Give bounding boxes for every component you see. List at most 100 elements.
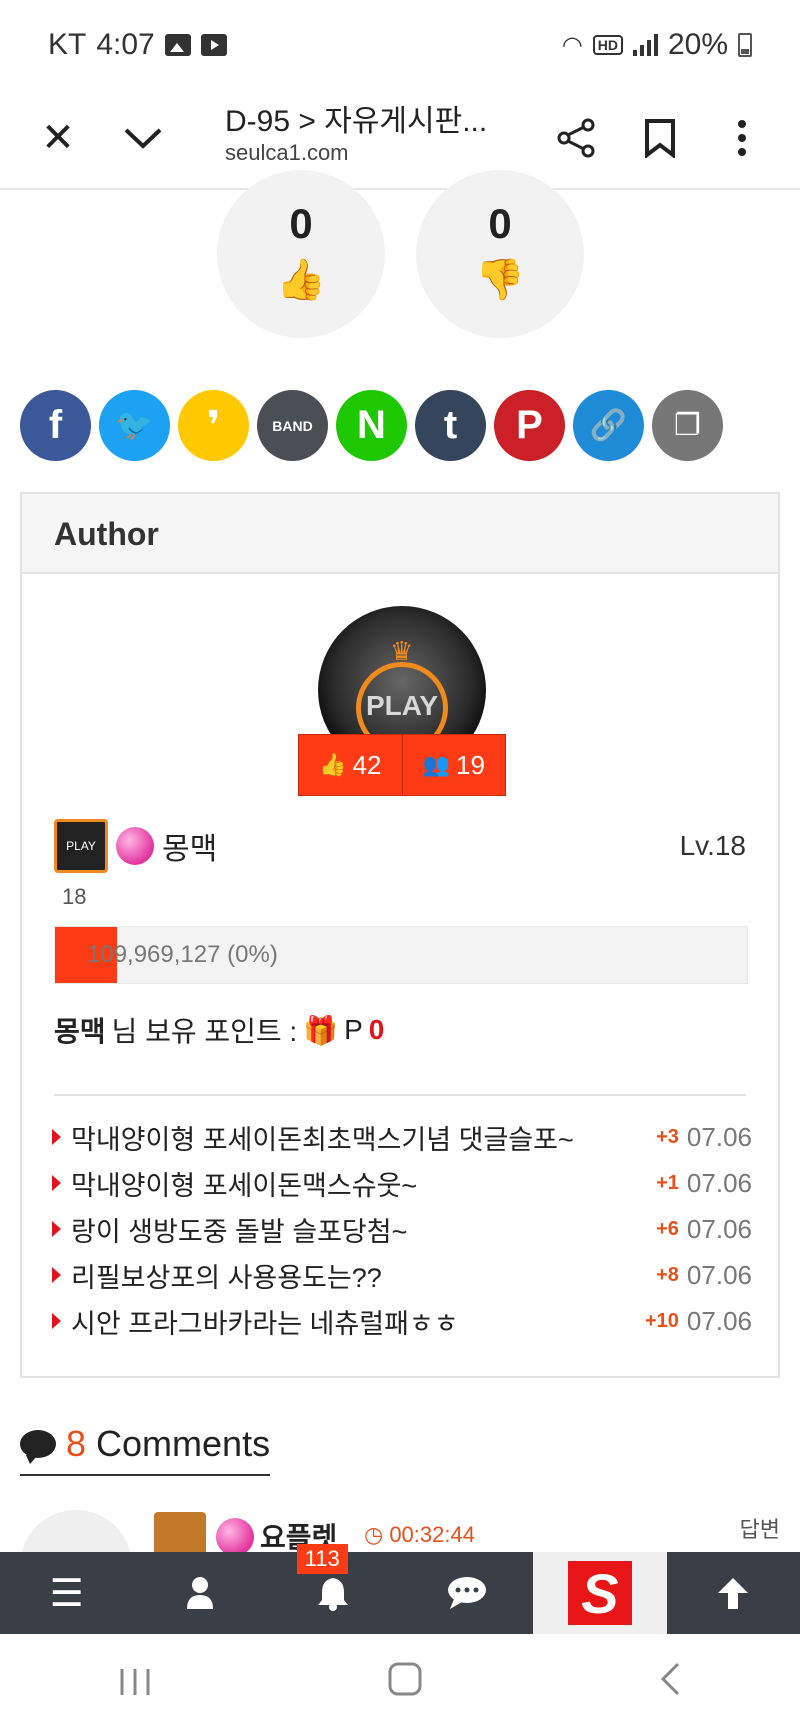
post-date: 07.06 xyxy=(686,1305,752,1336)
close-icon[interactable]: ✕ xyxy=(30,110,86,166)
avatar-text: PLAY xyxy=(365,690,439,721)
home-icon[interactable] xyxy=(387,1661,423,1707)
level-badge-icon: PLAY xyxy=(54,819,108,873)
more-options-icon[interactable] xyxy=(714,110,770,166)
scroll-top-icon[interactable] xyxy=(667,1552,800,1634)
share-icon[interactable] xyxy=(548,110,604,166)
post-comment-count: +10 xyxy=(644,1309,679,1332)
share-twitter-button[interactable]: 🐦 xyxy=(99,390,170,461)
recent-apps-icon[interactable] xyxy=(118,1662,152,1707)
battery-percent: 20% xyxy=(667,28,728,61)
post-date: 07.06 xyxy=(686,1121,752,1152)
likes-stat[interactable]: 👍 42 xyxy=(299,735,402,795)
recent-posts-list: 막내양이형 포세이돈최초맥스기념 댓글슬포~ +3 07.06 막내양이형 포세이돈맥… xyxy=(52,1114,752,1344)
post-title[interactable]: 막내양이형 포세이돈최초맥스기념 댓글슬포~ xyxy=(71,1118,656,1157)
bell-icon[interactable]: 113 xyxy=(267,1544,400,1634)
post-comment-count: +1 xyxy=(656,1171,679,1194)
post-title[interactable]: 막내양이형 포세이돈맥스슈웃~ xyxy=(71,1164,656,1203)
likes-count: 42 xyxy=(352,749,382,780)
clock: 4:07 xyxy=(96,28,155,61)
comment-time-text: 00:32:44 xyxy=(389,1522,475,1547)
comments-heading: 8 Comments xyxy=(20,1420,271,1476)
chat-icon[interactable] xyxy=(400,1552,533,1634)
share-band-button[interactable]: BAND xyxy=(257,390,328,461)
caret-right-icon xyxy=(52,1313,61,1329)
tumblr-icon: t xyxy=(443,403,458,447)
gift-icon: 🎁 xyxy=(303,1014,339,1046)
reply-button[interactable]: 답변 xyxy=(740,1512,780,1544)
youtube-icon xyxy=(200,34,227,56)
twitter-icon: 🐦 xyxy=(115,409,154,442)
share-kakaostory-button[interactable]: ❜ xyxy=(178,390,249,461)
hd-voice-icon: HD xyxy=(592,35,623,55)
carrier-label: KT xyxy=(48,28,87,61)
followers-count: 19 xyxy=(455,749,485,780)
list-item[interactable]: 시안 프라그바카라는 네츄럴패ㅎㅎ +10 07.06 xyxy=(52,1298,752,1344)
notification-badge: 113 xyxy=(296,1544,348,1574)
gallery-icon xyxy=(164,34,191,56)
post-comment-count: +3 xyxy=(656,1125,679,1148)
author-level: Lv.18 xyxy=(679,830,746,861)
status-left: KT 4:07 xyxy=(48,28,227,62)
author-nickname[interactable]: 몽맥 xyxy=(162,824,217,868)
comment-item: 요플렛 ◷ 00:32:44 답변 xyxy=(20,1510,780,1622)
list-item[interactable]: 막내양이형 포세이돈최초맥스기념 댓글슬포~ +3 07.06 xyxy=(52,1114,752,1160)
share-copy-button[interactable]: ❐ xyxy=(652,390,723,461)
upvote-button[interactable]: 0 👍 xyxy=(217,170,385,338)
downvote-button[interactable]: 0 👎 xyxy=(416,170,584,338)
post-comment-count: +8 xyxy=(656,1263,679,1286)
menu-icon[interactable]: ☰ xyxy=(0,1552,133,1634)
bottom-nav: ☰ 113 S xyxy=(0,1544,800,1634)
band-icon: BAND xyxy=(272,417,313,434)
post-date: 07.06 xyxy=(686,1213,752,1244)
copy-icon: ❐ xyxy=(674,409,701,442)
facebook-icon: f xyxy=(48,403,63,447)
thumbs-down-icon: 👎 xyxy=(475,258,525,302)
share-naver-button[interactable]: N xyxy=(336,390,407,461)
list-item[interactable]: 리필보상포의 사용용도는?? +8 07.06 xyxy=(52,1252,752,1298)
page-url[interactable]: seulca1.com xyxy=(225,140,349,166)
comments-count: 8 xyxy=(66,1423,87,1464)
thumbs-up-icon: 👍 xyxy=(319,752,347,777)
caret-right-icon xyxy=(52,1267,61,1283)
xp-text: 109,969,127 (0%) xyxy=(87,941,278,968)
author-box: Author ♛ PLAY 👍 42 👥 19 PLAY 몽맥 Lv.18 18… xyxy=(20,492,780,1378)
post-title[interactable]: 리필보상포의 사용용도는?? xyxy=(71,1256,656,1295)
share-tumblr-button[interactable]: t xyxy=(415,390,486,461)
post-date: 07.06 xyxy=(686,1167,752,1198)
list-item[interactable]: 랑이 생방도중 돌발 슬포당첨~ +6 07.06 xyxy=(52,1206,752,1252)
site-logo-button[interactable]: S xyxy=(533,1552,667,1634)
pink-ball-icon xyxy=(216,1518,254,1556)
site-logo-icon: S xyxy=(567,1561,632,1625)
points-username: 몽맥 xyxy=(54,1016,106,1047)
share-buttons: f 🐦 ❜ BAND Nt P 🔗 ❐ xyxy=(20,390,723,461)
bookmark-icon[interactable] xyxy=(632,110,688,166)
pinterest-icon: P xyxy=(516,403,543,447)
post-title[interactable]: 시안 프라그바카라는 네츄럴패ㅎㅎ xyxy=(71,1302,645,1341)
comments-label: Comments xyxy=(96,1423,271,1464)
followers-stat[interactable]: 👥 19 xyxy=(401,735,506,795)
post-date: 07.06 xyxy=(686,1259,752,1290)
share-pinterest-button[interactable]: P xyxy=(494,390,565,461)
caret-right-icon xyxy=(52,1129,61,1145)
chevron-down-icon[interactable] xyxy=(115,110,171,166)
battery-icon xyxy=(738,33,752,57)
share-copy-link-button[interactable]: 🔗 xyxy=(573,390,644,461)
kakaostory-icon: ❜ xyxy=(206,403,221,448)
xp-progress-bar: 109,969,127 (0%) xyxy=(54,926,748,984)
page-title[interactable]: D-95 > 자유게시판... xyxy=(225,96,487,140)
user-icon[interactable] xyxy=(133,1552,266,1634)
points-prefix: P xyxy=(344,1014,363,1045)
pink-ball-icon xyxy=(116,827,154,865)
caret-right-icon xyxy=(52,1175,61,1191)
status-right: ◠ HD 20% xyxy=(562,28,752,62)
signal-icon xyxy=(632,34,658,56)
naver-icon: N xyxy=(357,403,386,447)
post-title[interactable]: 랑이 생방도중 돌발 슬포당첨~ xyxy=(71,1210,656,1249)
points-row: 몽맥 님 보유 포인트 : 🎁 P 0 xyxy=(54,1010,384,1050)
back-icon[interactable] xyxy=(658,1661,682,1707)
share-facebook-button[interactable]: f xyxy=(20,390,91,461)
browser-toolbar: ✕ D-95 > 자유게시판... seulca1.com xyxy=(0,90,800,190)
users-icon: 👥 xyxy=(422,752,450,777)
list-item[interactable]: 막내양이형 포세이돈맥스슈웃~ +1 07.06 xyxy=(52,1160,752,1206)
